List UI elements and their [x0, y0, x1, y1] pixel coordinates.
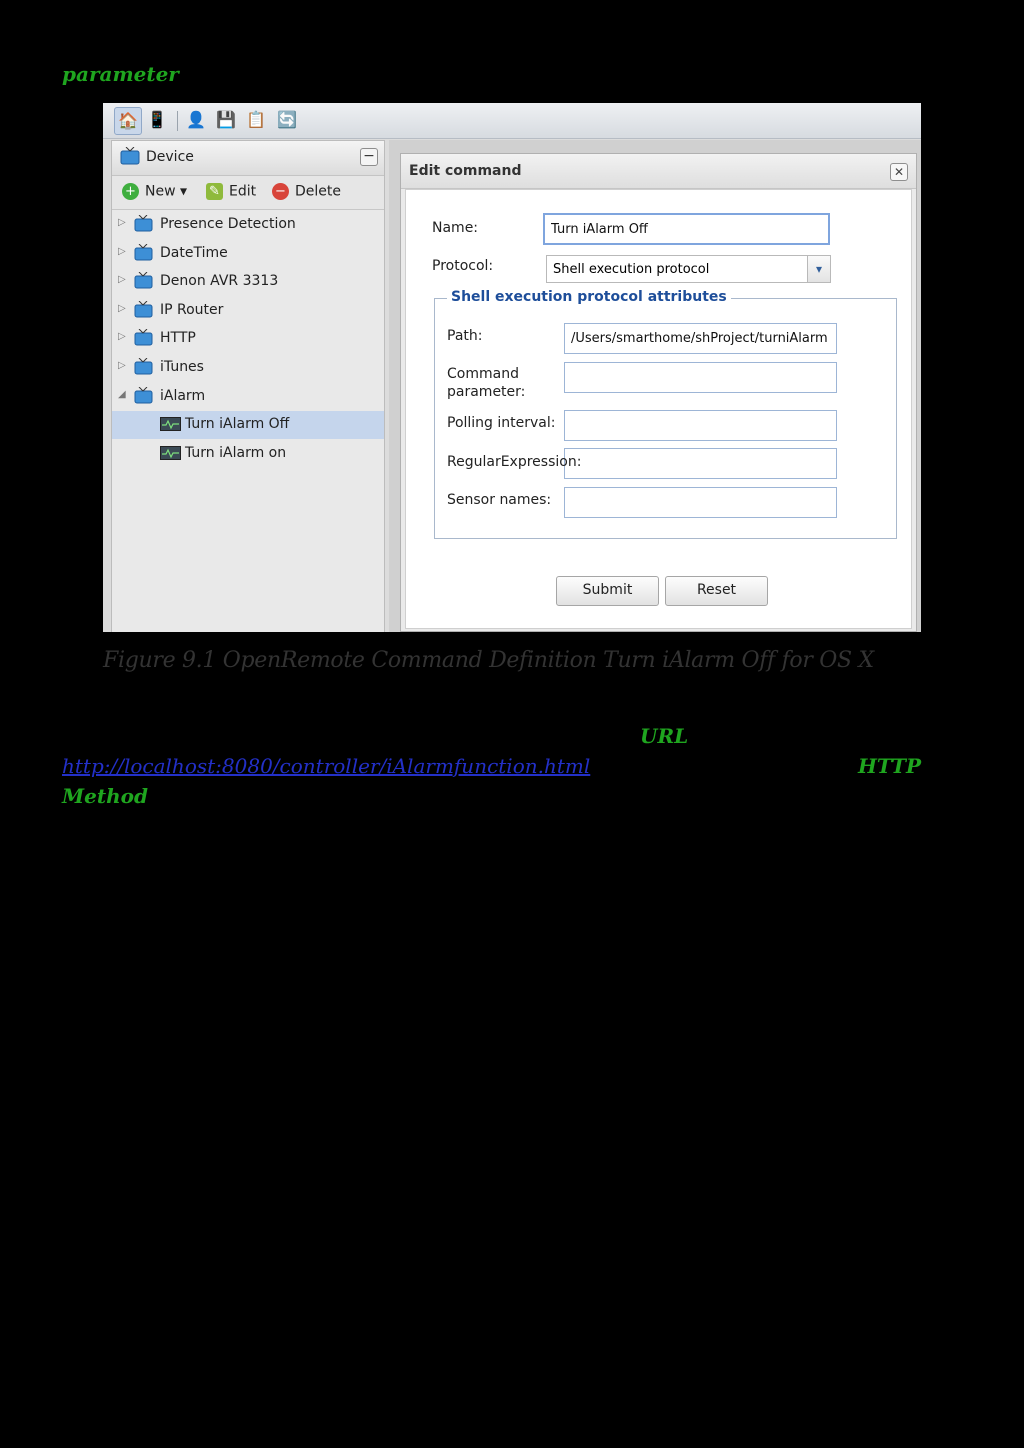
- sensor-names-input[interactable]: [564, 487, 837, 518]
- tv-icon: [134, 272, 153, 289]
- submit-button[interactable]: Submit: [556, 576, 659, 606]
- command-parameter-input[interactable]: [564, 362, 837, 393]
- tv-icon: [134, 386, 153, 404]
- tree-item[interactable]: ▷ DateTime: [112, 240, 384, 268]
- tv-icon: [134, 358, 153, 375]
- tree-item-label: iTunes: [160, 359, 204, 375]
- tree-item-label: Presence Detection: [160, 216, 296, 232]
- figure-caption: Figure 9.1 OpenRemote Command Definition…: [103, 648, 874, 673]
- command-icon: [160, 417, 181, 432]
- triangle-right-icon[interactable]: ▷: [118, 360, 126, 371]
- regular-expression-label: RegularExpression:: [447, 454, 582, 470]
- tree-item[interactable]: ▷ IP Router: [112, 297, 384, 325]
- import-icon[interactable]: 📋: [243, 107, 269, 133]
- edit-command-dialog: Edit command ✕ Name: Protocol: Shell exe…: [400, 153, 917, 632]
- dialog-body: Name: Protocol: Shell execution protocol…: [405, 189, 912, 629]
- url-word: URL: [640, 724, 689, 748]
- dialog-title: Edit command: [409, 163, 522, 179]
- parameter-word: parameter: [62, 62, 179, 86]
- save-icon[interactable]: 💾: [213, 107, 239, 133]
- method-word: Method: [62, 784, 148, 808]
- edit-button[interactable]: ✎ Edit: [206, 183, 256, 200]
- ui-designer-icon[interactable]: 📱: [144, 107, 170, 133]
- openremote-screenshot: 🏠 📱 👤 💾 📋 🔄 Device − + New ▾ ✎ Edit − Delet…: [103, 103, 921, 632]
- regular-expression-input[interactable]: [564, 448, 837, 479]
- account-icon[interactable]: 👤: [183, 107, 209, 133]
- triangle-right-icon[interactable]: ▷: [118, 331, 126, 342]
- minus-icon: −: [272, 183, 289, 200]
- pencil-icon: ✎: [206, 183, 223, 200]
- building-modeler-icon[interactable]: 🏠: [114, 107, 142, 135]
- name-label: Name:: [432, 220, 479, 236]
- tree-child-label: Turn iAlarm Off: [185, 416, 290, 433]
- http-word: HTTP: [858, 754, 921, 778]
- device-panel: Device − + New ▾ ✎ Edit − Delete ▷ Presence …: [111, 140, 385, 632]
- polling-interval-label: Polling interval:: [447, 415, 556, 431]
- fieldset-legend: Shell execution protocol attributes: [447, 289, 731, 305]
- reset-button[interactable]: Reset: [665, 576, 768, 606]
- new-button[interactable]: + New ▾: [122, 183, 187, 200]
- tree-item[interactable]: ▷ Denon AVR 3313: [112, 268, 384, 296]
- polling-interval-input[interactable]: [564, 410, 837, 441]
- device-panel-header: Device −: [112, 141, 384, 176]
- tv-icon: [134, 243, 153, 261]
- plus-icon: +: [122, 183, 139, 200]
- sensor-names-label: Sensor names:: [447, 492, 552, 508]
- tree-item-label: DateTime: [160, 244, 228, 261]
- tree-item-label: HTTP: [160, 330, 196, 347]
- protocol-value: Shell execution protocol: [553, 262, 710, 277]
- tree-child-label: Turn iAlarm on: [185, 444, 287, 461]
- command-icon: [160, 445, 181, 460]
- tv-icon: [134, 300, 153, 318]
- tree-item[interactable]: ▷ Presence Detection: [112, 211, 384, 239]
- tv-icon: [134, 215, 153, 232]
- device-actions: + New ▾ ✎ Edit − Delete: [112, 176, 384, 210]
- triangle-right-icon[interactable]: ▷: [118, 217, 126, 228]
- protocol-label: Protocol:: [432, 258, 494, 274]
- triangle-right-icon[interactable]: ▷: [118, 274, 126, 285]
- sync-icon[interactable]: 🔄: [274, 107, 300, 133]
- tv-icon: [120, 147, 140, 165]
- main-toolbar: 🏠 📱 👤 💾 📋 🔄: [103, 103, 921, 139]
- command-parameter-label-2: parameter:: [447, 384, 526, 400]
- triangle-down-icon[interactable]: ◢: [118, 389, 126, 400]
- chevron-down-icon[interactable]: ▾: [807, 256, 830, 282]
- tree-item[interactable]: ▷ HTTP: [112, 325, 384, 353]
- collapse-button[interactable]: −: [360, 148, 378, 166]
- path-input[interactable]: [564, 323, 837, 354]
- tree-child-item[interactable]: Turn iAlarm Off: [112, 411, 384, 440]
- protocol-select[interactable]: Shell execution protocol ▾: [546, 255, 831, 283]
- dialog-title-bar: Edit command ✕: [401, 154, 916, 189]
- tree-item-label: iAlarm: [160, 387, 206, 404]
- command-parameter-label-1: Command: [447, 366, 519, 382]
- tree-item-label: IP Router: [160, 301, 224, 318]
- device-panel-title: Device: [146, 149, 194, 165]
- tree-item[interactable]: ◢ iAlarm: [112, 383, 384, 411]
- path-label: Path:: [447, 328, 483, 344]
- name-input[interactable]: [543, 213, 830, 245]
- tree-item-label: Denon AVR 3313: [160, 273, 279, 290]
- tree-child-item[interactable]: Turn iAlarm on: [112, 440, 384, 468]
- tv-icon: [134, 329, 153, 346]
- triangle-right-icon[interactable]: ▷: [118, 246, 126, 257]
- tree-item[interactable]: ▷ iTunes: [112, 354, 384, 382]
- controller-link[interactable]: http://localhost:8080/controller/iAlarmf…: [62, 754, 590, 778]
- delete-button[interactable]: − Delete: [272, 183, 341, 200]
- close-button[interactable]: ✕: [890, 163, 908, 181]
- triangle-right-icon[interactable]: ▷: [118, 303, 126, 314]
